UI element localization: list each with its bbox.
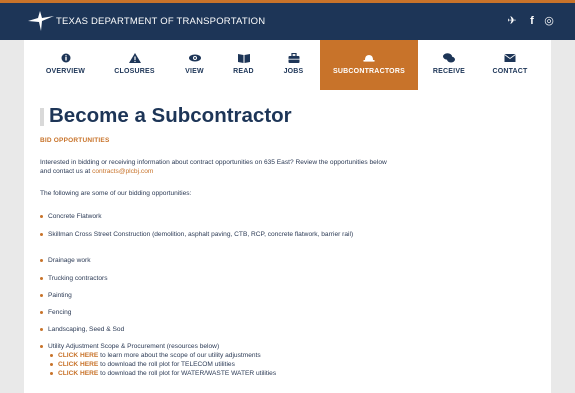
lead-text: The following are some of our bidding op… bbox=[40, 190, 192, 197]
section-label: BID OPPORTUNITIES bbox=[40, 137, 110, 144]
list-item: Painting bbox=[40, 291, 380, 300]
sub-item-text: to learn more about the scope of our uti… bbox=[98, 352, 261, 359]
bullet-icon bbox=[40, 311, 43, 314]
nav-item-subcontractors[interactable]: SUBCONTRACTORS bbox=[320, 40, 418, 90]
facebook-icon[interactable]: f bbox=[525, 14, 539, 28]
bullet-icon bbox=[50, 363, 53, 366]
sub-list-item: CLICK HERE to download the roll plot for… bbox=[50, 360, 235, 369]
bullet-icon bbox=[50, 354, 53, 357]
nav-label: JOBS bbox=[283, 68, 304, 75]
list-item-text: Utility Adjustment Scope & Procurement (… bbox=[48, 343, 220, 350]
bullet-icon bbox=[40, 259, 43, 262]
intro-paragraph: Interested in bidding or receiving infor… bbox=[40, 158, 390, 176]
nav-item-read[interactable]: READ bbox=[221, 40, 266, 90]
site-header: TEXAS DEPARTMENT OF TRANSPORTATION ✈ f ◎ bbox=[0, 3, 575, 40]
chat-icon bbox=[443, 53, 455, 63]
list-item-text: Painting bbox=[48, 292, 72, 299]
bullet-icon bbox=[40, 233, 43, 236]
envelope-icon bbox=[504, 54, 516, 62]
nav-item-receive[interactable]: RECEIVE bbox=[424, 40, 474, 90]
bullet-icon bbox=[40, 215, 43, 218]
list-item-text: Fencing bbox=[48, 309, 72, 316]
title-accent-bar bbox=[40, 108, 44, 126]
eye-icon bbox=[188, 54, 201, 62]
nav-item-closures[interactable]: CLOSURES bbox=[107, 40, 162, 90]
click-here-link[interactable]: CLICK HERE bbox=[58, 352, 98, 359]
list-item: Trucking contractors bbox=[40, 274, 380, 283]
list-item: Fencing bbox=[40, 308, 380, 317]
list-item: Concrete Flatwork bbox=[40, 212, 380, 221]
list-item-text: Trucking contractors bbox=[48, 275, 108, 282]
main-content: Become a Subcontractor BID OPPORTUNITIES… bbox=[24, 90, 551, 393]
contact-email-link[interactable]: contracts@plcbj.com bbox=[92, 168, 153, 175]
page-title: Become a Subcontractor bbox=[49, 104, 292, 127]
hardhat-icon bbox=[363, 55, 375, 62]
nav-item-contact[interactable]: CONTACT bbox=[484, 40, 536, 90]
nav-label: VIEW bbox=[185, 68, 204, 75]
nav-label: CLOSURES bbox=[114, 68, 155, 75]
bullet-icon bbox=[40, 277, 43, 280]
click-here-link[interactable]: CLICK HERE bbox=[58, 361, 98, 368]
nav-label: READ bbox=[233, 68, 254, 75]
instagram-icon[interactable]: ◎ bbox=[542, 14, 556, 28]
list-item: Skillman Cross Street Construction (demo… bbox=[40, 230, 380, 239]
header-title[interactable]: TEXAS DEPARTMENT OF TRANSPORTATION bbox=[56, 16, 265, 27]
book-icon bbox=[237, 54, 250, 63]
list-item-text: Landscaping, Seed & Sod bbox=[48, 326, 125, 333]
list-item-text: Skillman Cross Street Construction (demo… bbox=[48, 231, 354, 238]
twitter-icon[interactable]: ✈ bbox=[505, 14, 519, 28]
bullet-icon bbox=[40, 294, 43, 297]
list-item-text: Concrete Flatwork bbox=[48, 213, 102, 220]
list-item: Landscaping, Seed & Sod bbox=[40, 325, 380, 334]
nav-label: CONTACT bbox=[492, 68, 528, 75]
info-icon bbox=[61, 53, 70, 63]
sub-item-text: to download the roll plot for WATER/WAST… bbox=[98, 370, 277, 377]
sub-item-text: to download the roll plot for TELECOM ut… bbox=[98, 361, 235, 368]
nav-item-view[interactable]: VIEW bbox=[172, 40, 217, 90]
briefcase-icon bbox=[288, 53, 299, 63]
main-nav: OVERVIEW CLOSURES VIEW READ JOBS SUBCONT… bbox=[24, 40, 551, 90]
list-item-text: Drainage work bbox=[48, 257, 91, 264]
txdot-logo-icon[interactable] bbox=[28, 11, 54, 31]
nav-label: OVERVIEW bbox=[45, 68, 86, 75]
nav-item-overview[interactable]: OVERVIEW bbox=[38, 40, 93, 90]
sub-list-item: CLICK HERE to learn more about the scope… bbox=[50, 351, 261, 360]
sub-list-item: CLICK HERE to download the roll plot for… bbox=[50, 369, 276, 378]
nav-item-jobs[interactable]: JOBS bbox=[271, 40, 316, 90]
click-here-link[interactable]: CLICK HERE bbox=[58, 370, 98, 377]
nav-label: SUBCONTRACTORS bbox=[333, 68, 405, 75]
warning-icon bbox=[128, 53, 141, 63]
bullet-icon bbox=[40, 345, 43, 348]
nav-label: RECEIVE bbox=[432, 68, 466, 75]
bullet-icon bbox=[40, 328, 43, 331]
list-item: Drainage work bbox=[40, 256, 380, 265]
list-item: Utility Adjustment Scope & Procurement (… bbox=[40, 342, 380, 351]
bullet-icon bbox=[50, 372, 53, 375]
